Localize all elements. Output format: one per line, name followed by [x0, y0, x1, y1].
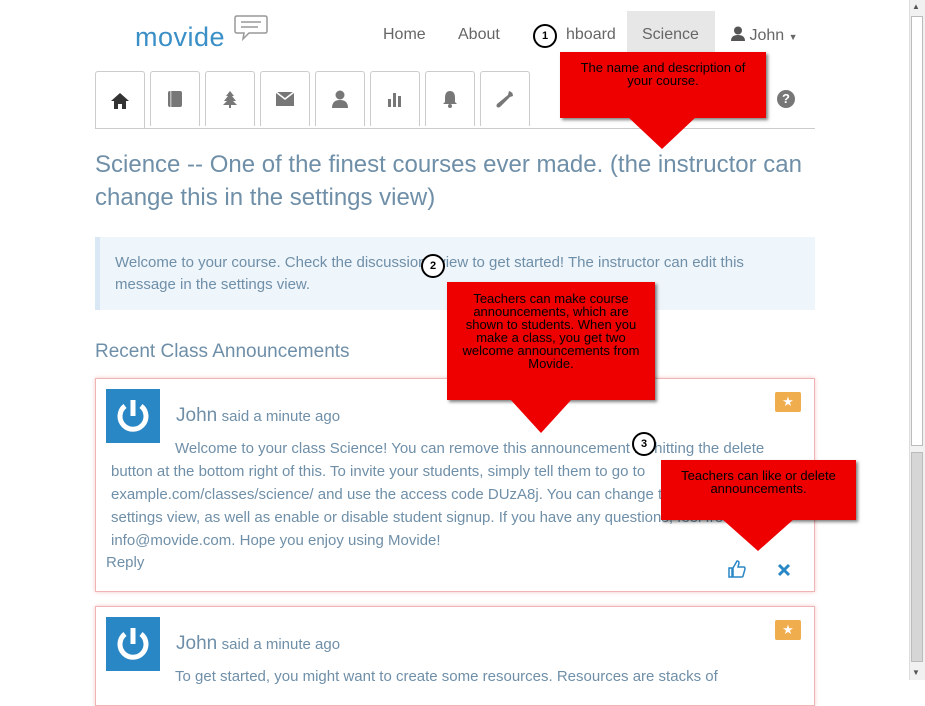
- callout-3: Teachers can like or delete announcement…: [661, 460, 856, 520]
- callout-3-pointer: [722, 519, 794, 551]
- caret-down-icon: ▼: [788, 32, 798, 42]
- announcement-time: said a minute ago: [221, 636, 341, 653]
- reply-link[interactable]: Reply: [106, 554, 144, 571]
- callout-1-pointer: [628, 117, 696, 149]
- power-icon: [117, 400, 149, 432]
- announcement-author[interactable]: John: [176, 633, 217, 654]
- user-menu[interactable]: John ▼: [731, 26, 798, 45]
- home-icon: [111, 92, 129, 109]
- help-icon[interactable]: ?: [777, 90, 795, 108]
- star-badge[interactable]: ★: [775, 620, 801, 640]
- recent-announcements-heading: Recent Class Announcements: [95, 341, 350, 362]
- tab-users[interactable]: [315, 71, 365, 126]
- tab-settings[interactable]: [480, 71, 530, 126]
- step-marker-1: 1: [533, 24, 557, 48]
- callout-1-text: The name and description of your course.: [580, 60, 746, 88]
- announcement-header: John said a minute ago: [176, 405, 340, 427]
- scroll-up-icon[interactable]: ▲: [912, 2, 920, 11]
- user-icon: [332, 90, 348, 108]
- step-marker-2: 2: [421, 254, 445, 278]
- tab-skills[interactable]: [205, 71, 255, 126]
- delete-icon[interactable]: [777, 563, 791, 577]
- announcement-time: said a minute ago: [221, 408, 341, 425]
- envelope-icon: [276, 92, 294, 106]
- announcement-body: To get started, you might want to create…: [175, 668, 718, 685]
- nav-science-label: Science: [642, 26, 699, 43]
- speech-bubble-icon: [234, 15, 268, 42]
- scrollbar-track[interactable]: [911, 16, 923, 446]
- course-title: Science -- One of the finest courses eve…: [95, 151, 802, 211]
- scrollbar-thumb[interactable]: [911, 452, 923, 662]
- callout-1: The name and description of your course.: [560, 52, 766, 118]
- callout-2-pointer: [510, 399, 572, 433]
- nav-home[interactable]: Home: [383, 26, 426, 44]
- callout-2: Teachers can make course announcements, …: [447, 282, 655, 400]
- tab-messages[interactable]: [260, 71, 310, 126]
- step-marker-3: 3: [632, 432, 656, 456]
- announcement-card: John said a minute ago ★ To get started,…: [95, 606, 815, 706]
- tab-home[interactable]: [95, 71, 145, 129]
- scroll-down-icon[interactable]: ▼: [912, 668, 920, 677]
- avatar: [106, 617, 160, 671]
- user-name: John: [749, 27, 785, 44]
- book-icon: [168, 91, 182, 107]
- user-icon: [731, 26, 745, 41]
- wrench-icon: [496, 91, 513, 108]
- callout-2-text: Teachers can make course announcements, …: [462, 291, 640, 371]
- nav-dashboard[interactable]: hboard: [566, 26, 616, 44]
- tab-resources[interactable]: [150, 71, 200, 126]
- logo[interactable]: movide: [135, 22, 225, 53]
- announcement-author[interactable]: John: [176, 405, 217, 426]
- nav-about[interactable]: About: [458, 26, 500, 44]
- tab-notifications[interactable]: [425, 71, 475, 126]
- bar-chart-icon: [388, 93, 401, 107]
- tab-divider: [95, 128, 815, 129]
- avatar: [106, 389, 160, 443]
- star-badge[interactable]: ★: [775, 392, 801, 412]
- tree-icon: [223, 91, 237, 108]
- callout-3-text: Teachers can like or delete announcement…: [681, 468, 836, 496]
- thumbs-up-icon[interactable]: [728, 560, 746, 578]
- power-icon: [117, 628, 149, 660]
- tab-stats[interactable]: [370, 71, 420, 126]
- bell-icon: [443, 91, 457, 108]
- announcement-header: John said a minute ago: [176, 633, 340, 655]
